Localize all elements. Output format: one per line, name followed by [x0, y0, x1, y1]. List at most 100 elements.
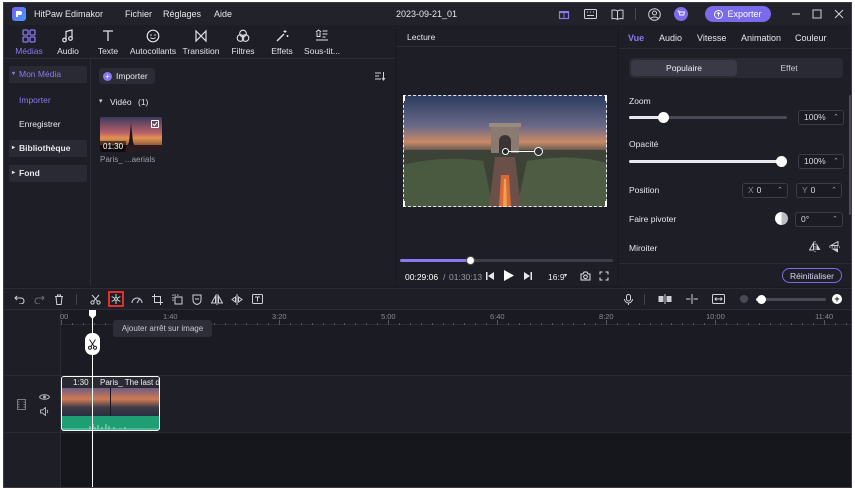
- next-frame-icon[interactable]: [521, 270, 533, 282]
- undo-icon[interactable]: [12, 292, 26, 306]
- audio-waveform: [62, 424, 159, 430]
- maximize-icon[interactable]: [810, 7, 824, 21]
- aspect-ratio-chevron-icon: ▾: [564, 273, 568, 279]
- speed-icon[interactable]: [130, 292, 144, 306]
- prop-tab-vitesse[interactable]: Vitesse: [697, 33, 726, 43]
- minimize-icon[interactable]: [789, 7, 803, 21]
- zoom-slider[interactable]: [629, 112, 787, 123]
- ruler-tick-2: 3:20: [272, 312, 287, 321]
- timeline-video-clip[interactable]: 1:30 Paris_ The last d: [61, 376, 160, 431]
- position-y-field[interactable]: Y0 ⌃: [796, 183, 842, 198]
- tab-transition[interactable]: Transition: [181, 29, 221, 56]
- freeze-frame-icon[interactable]: [108, 291, 124, 307]
- sidebar-item-importer[interactable]: Importer: [19, 95, 51, 105]
- panel-scrollbar[interactable]: [849, 95, 851, 215]
- video-preview[interactable]: [403, 95, 607, 207]
- rotate-dial-icon[interactable]: [775, 212, 788, 225]
- position-x-field[interactable]: X0 ⌃: [742, 183, 788, 198]
- menu-reglages[interactable]: Réglages: [163, 9, 201, 19]
- menu-aide[interactable]: Aide: [214, 9, 232, 19]
- checkbox-checked-icon[interactable]: [151, 120, 159, 128]
- player-progress-track[interactable]: [400, 256, 613, 265]
- export-button[interactable]: Exporter: [705, 6, 771, 22]
- snapshot-icon[interactable]: [579, 270, 591, 282]
- close-icon[interactable]: [832, 7, 846, 21]
- split-marker[interactable]: [85, 333, 100, 355]
- menu-fichier[interactable]: Fichier: [125, 9, 152, 19]
- zoom-slider-knob[interactable]: [658, 112, 669, 123]
- speaker-icon[interactable]: [39, 406, 50, 416]
- tab-texte[interactable]: Texte: [94, 29, 122, 56]
- aspect-ratio-select[interactable]: 16:9: [548, 272, 565, 282]
- book-icon[interactable]: [610, 7, 624, 21]
- tab-effets[interactable]: Effets: [268, 29, 296, 56]
- opacity-slider[interactable]: [629, 156, 787, 167]
- prop-tab-vue[interactable]: Vue: [628, 33, 644, 43]
- prop-tab-couleur[interactable]: Couleur: [795, 33, 827, 43]
- timeline-zoom-knob[interactable]: [757, 295, 766, 304]
- zoom-out-dot[interactable]: [740, 295, 748, 303]
- eye-icon[interactable]: [39, 392, 50, 402]
- replace-icon[interactable]: [170, 292, 184, 306]
- stepper-icon[interactable]: ⌃: [831, 184, 837, 197]
- text-box-icon[interactable]: [250, 292, 264, 306]
- stepper-icon[interactable]: ⌃: [833, 155, 839, 168]
- fit-timeline-icon[interactable]: [711, 292, 725, 306]
- import-button[interactable]: + Importer: [99, 68, 155, 84]
- prop-tab-audio[interactable]: Audio: [659, 33, 682, 43]
- rotate-value-field[interactable]: 0° ⌃: [795, 212, 843, 227]
- tab-filtres[interactable]: Filtres: [229, 29, 257, 56]
- sort-icon[interactable]: [373, 69, 387, 83]
- previous-frame-icon[interactable]: [484, 270, 496, 282]
- playhead-knob[interactable]: [466, 256, 475, 265]
- track-zoom-icon[interactable]: [658, 292, 672, 306]
- stepper-icon[interactable]: ⌃: [777, 184, 783, 197]
- cart-icon[interactable]: [674, 7, 688, 21]
- flip-vertical-icon[interactable]: [828, 240, 841, 253]
- flip-icon[interactable]: [230, 292, 244, 306]
- zoom-in-icon[interactable]: +: [832, 294, 842, 304]
- flip-horizontal-icon[interactable]: [808, 240, 821, 253]
- subtab-effet[interactable]: Effet: [737, 60, 841, 76]
- mask-icon[interactable]: [190, 292, 204, 306]
- stepper-icon[interactable]: ⌃: [832, 213, 838, 226]
- crop-icon[interactable]: [150, 292, 164, 306]
- sidebar-item-mon-media[interactable]: ▾ Mon Média: [9, 66, 87, 83]
- gift-icon[interactable]: [557, 7, 571, 21]
- player-header-divider: [397, 46, 617, 47]
- tab-autocollants[interactable]: Autocollants: [128, 29, 178, 56]
- play-icon[interactable]: [502, 269, 515, 282]
- chevron-right-icon: ▸: [12, 170, 16, 176]
- redo-icon[interactable]: [32, 292, 46, 306]
- opacity-value-field[interactable]: 100% ⌃: [798, 154, 844, 169]
- rotate-handle[interactable]: [534, 147, 543, 156]
- tab-sous-titres[interactable]: Sous-tit...: [300, 29, 344, 56]
- delete-icon[interactable]: [52, 292, 66, 306]
- mirror-icon[interactable]: [210, 292, 224, 306]
- split-scissors-icon[interactable]: [88, 292, 102, 306]
- resize-handle-bottom-right[interactable]: [605, 201, 607, 207]
- fullscreen-icon[interactable]: [598, 270, 610, 282]
- media-thumbnail[interactable]: 01:30: [100, 117, 162, 152]
- resize-handle-top-left[interactable]: [403, 95, 405, 101]
- sidebar-item-fond[interactable]: ▸ Fond: [9, 165, 87, 182]
- sidebar-item-enregistrer[interactable]: Enregistrer: [19, 119, 61, 129]
- user-icon[interactable]: [647, 7, 661, 21]
- stepper-icon[interactable]: ⌃: [833, 111, 839, 124]
- zoom-value-field[interactable]: 100% ⌃: [798, 110, 844, 125]
- snap-icon[interactable]: [685, 292, 699, 306]
- subtab-populaire[interactable]: Populaire: [631, 60, 737, 76]
- anchor-point[interactable]: [502, 148, 509, 155]
- timeline-zoom-slider[interactable]: [756, 295, 826, 304]
- sidebar-item-bibliotheque[interactable]: ▸ Bibliothèque: [9, 140, 87, 157]
- resize-handle-top-right[interactable]: [605, 95, 607, 101]
- microphone-icon[interactable]: [621, 292, 635, 306]
- folder-chevron-icon[interactable]: ▾: [99, 97, 103, 105]
- tab-medias[interactable]: Médias: [13, 29, 45, 56]
- keyboard-icon[interactable]: [583, 7, 597, 21]
- prop-tab-animation[interactable]: Animation: [741, 33, 781, 43]
- reset-button[interactable]: Réinitialiser: [782, 268, 842, 283]
- opacity-slider-knob[interactable]: [776, 156, 787, 167]
- resize-handle-bottom-left[interactable]: [403, 201, 405, 207]
- tab-audio[interactable]: Audio: [54, 29, 82, 56]
